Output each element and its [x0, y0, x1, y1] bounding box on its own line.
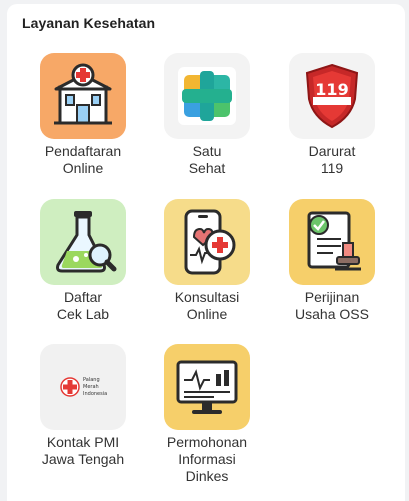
service-label: Satu Sehat [188, 143, 226, 176]
services-grid: Pendaftaran Online Satu Sehat 119 Darura… [7, 4, 405, 501]
lab-flask-icon [40, 199, 126, 285]
hospital-building-icon [40, 53, 126, 139]
monitor-info-icon [164, 344, 250, 430]
service-pendaftaran-online[interactable]: Pendaftaran Online [28, 53, 138, 177]
services-card: Layanan Kesehatan Pendaftaran Online Sat… [7, 4, 405, 501]
svg-text:Indonesia: Indonesia [83, 391, 107, 397]
service-label: Daftar Cek Lab [56, 289, 110, 322]
emergency-119-shield-icon: 119 [289, 53, 375, 139]
service-label: Perijinan Usaha OSS [295, 289, 369, 322]
pmi-logo-icon: Palang Merah Indonesia [40, 344, 126, 430]
satu-sehat-logo-icon [164, 53, 250, 139]
service-label: Permohonan Informasi Dinkes [166, 434, 248, 484]
service-daftar-cek-lab[interactable]: Daftar Cek Lab [28, 199, 138, 323]
service-kontak-pmi[interactable]: Palang Merah Indonesia Kontak PMI Jawa Te… [28, 344, 138, 468]
service-perijinan-usaha-oss[interactable]: Perijinan Usaha OSS [277, 199, 387, 323]
svg-text:119: 119 [315, 80, 348, 99]
service-label: Pendaftaran Online [44, 143, 122, 176]
svg-text:Merah: Merah [83, 384, 99, 390]
service-konsultasi-online[interactable]: Konsultasi Online [152, 199, 262, 323]
service-label: Kontak PMI Jawa Tengah [41, 434, 125, 467]
service-label: Konsultasi Online [174, 289, 240, 322]
service-permohonan-informasi[interactable]: Permohonan Informasi Dinkes [152, 344, 262, 485]
service-darurat-119[interactable]: 119 Darurat 119 [277, 53, 387, 177]
permit-stamp-icon [289, 199, 375, 285]
phone-medical-icon [164, 199, 250, 285]
service-label: Darurat 119 [308, 143, 356, 176]
service-satu-sehat[interactable]: Satu Sehat [152, 53, 262, 177]
svg-text:Palang: Palang [83, 377, 100, 383]
